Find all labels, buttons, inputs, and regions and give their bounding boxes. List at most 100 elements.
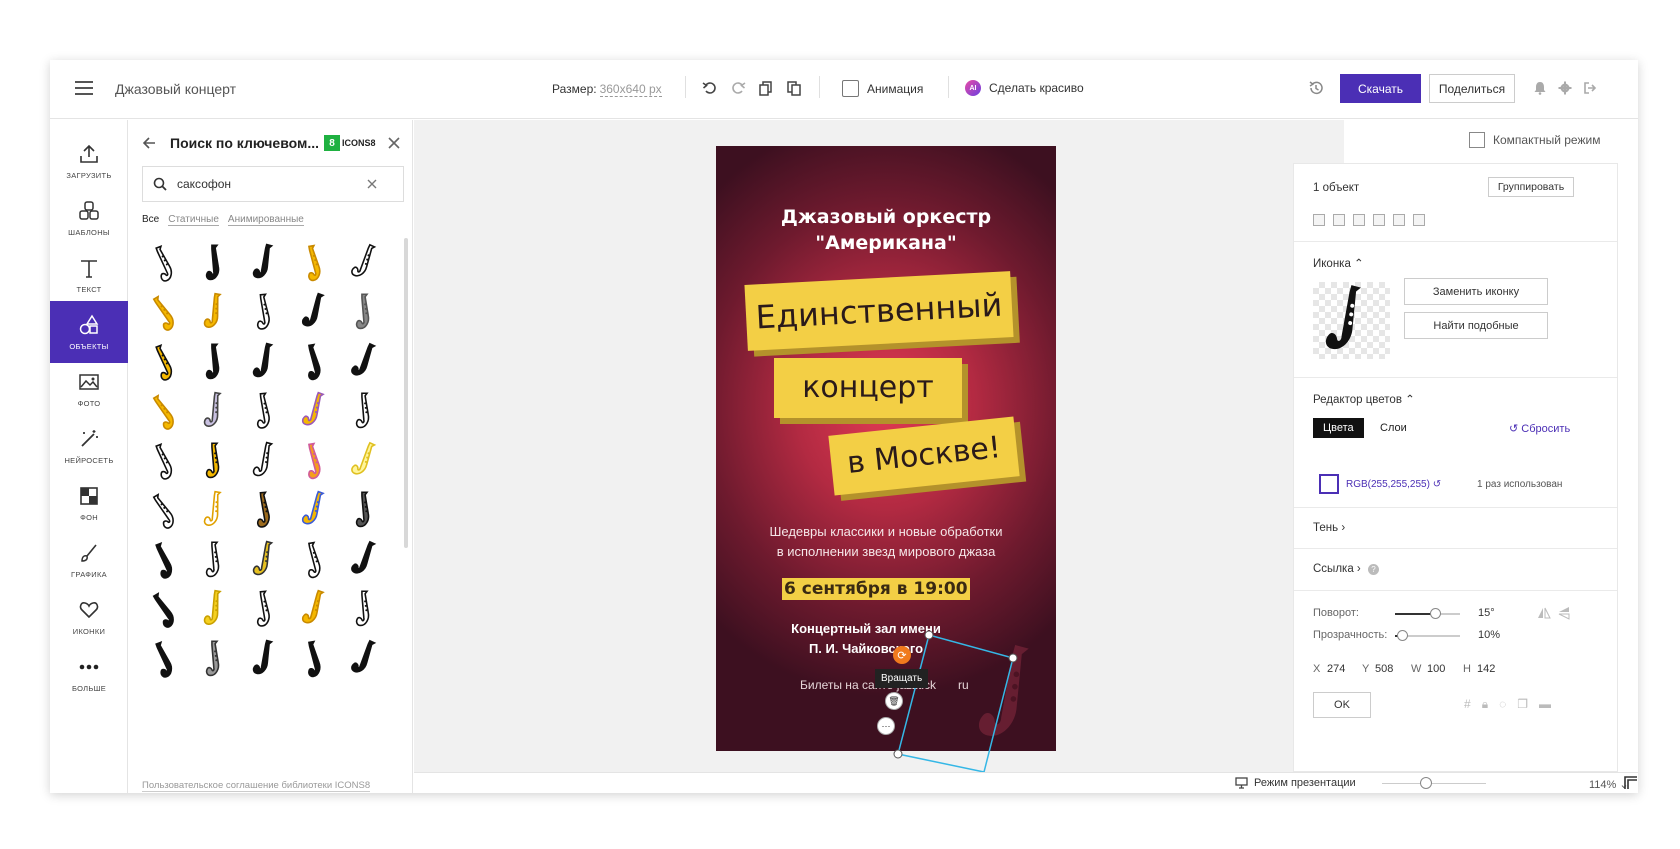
trash-icon[interactable]: 🗑 — [885, 692, 903, 710]
saxophone-icon[interactable] — [142, 238, 192, 288]
color-swatch[interactable] — [1319, 474, 1339, 494]
search-box[interactable] — [142, 166, 404, 202]
saxophone-icon[interactable] — [192, 535, 242, 585]
saxophone-icon[interactable] — [192, 387, 242, 437]
icons8-terms-link[interactable]: Пользовательское соглашение библиотеки I… — [142, 780, 371, 792]
rotation-slider-knob[interactable] — [1430, 608, 1442, 619]
arrow-left-icon[interactable] — [142, 136, 156, 150]
replace-icon-button[interactable]: Заменить иконку — [1404, 278, 1548, 305]
hash-icon[interactable]: # — [1464, 697, 1471, 712]
rotation-value[interactable]: 15° — [1478, 607, 1495, 619]
saxophone-icon[interactable] — [142, 436, 192, 486]
saxophone-icon[interactable] — [242, 436, 292, 486]
clear-icon[interactable] — [367, 179, 377, 189]
lock-icon[interactable]: 🔒︎ — [1482, 697, 1488, 712]
link-section[interactable]: Ссылка › ? — [1294, 549, 1617, 591]
share-button[interactable]: Поделиться — [1429, 74, 1515, 103]
saxophone-icon[interactable] — [142, 486, 192, 536]
saxophone-icon[interactable] — [242, 288, 292, 338]
more-options-icon[interactable]: ⋯ — [877, 717, 895, 735]
undo-icon[interactable] — [700, 78, 720, 98]
ok-button[interactable]: OK — [1313, 692, 1371, 718]
align-top-icon[interactable] — [1373, 214, 1385, 226]
bell-icon[interactable] — [1530, 78, 1550, 98]
align-right-icon[interactable] — [1353, 214, 1365, 226]
animation-toggle[interactable]: Анимация — [842, 80, 923, 97]
poster-title[interactable]: Джазовый оркестр "Американа" — [716, 204, 1056, 256]
redo-icon[interactable] — [728, 78, 748, 98]
trash-icon[interactable]: ▬ — [1539, 697, 1551, 712]
size-value[interactable]: 360x640 px — [599, 82, 662, 97]
saxophone-icon[interactable] — [242, 634, 292, 684]
zoom-slider-knob[interactable] — [1420, 777, 1432, 789]
saxophone-icon[interactable] — [292, 486, 342, 536]
sidebar-item-icons[interactable]: ИКОНКИ — [50, 586, 128, 648]
sidebar-item-background[interactable]: ФОН — [50, 472, 128, 534]
sidebar-item-photo[interactable]: ФОТО — [50, 358, 128, 420]
saxophone-icon[interactable] — [192, 634, 242, 684]
compact-mode-checkbox[interactable] — [1469, 132, 1485, 148]
saxophone-icon[interactable] — [292, 436, 342, 486]
sidebar-item-objects[interactable]: ОБЪЕКТЫ — [50, 301, 128, 363]
icon-section-title[interactable]: Иконка ⌃ — [1313, 256, 1364, 270]
filter-static[interactable]: Статичные — [168, 214, 219, 226]
opacity-value[interactable]: 10% — [1478, 629, 1500, 641]
saxophone-icon[interactable] — [192, 486, 242, 536]
history-icon[interactable] — [1306, 78, 1326, 98]
saxophone-icon[interactable] — [342, 288, 392, 338]
animation-checkbox[interactable] — [842, 80, 859, 97]
align-center-icon[interactable] — [1333, 214, 1345, 226]
align-left-icon[interactable] — [1313, 214, 1325, 226]
menu-icon[interactable] — [75, 81, 93, 95]
saxophone-icon[interactable] — [342, 634, 392, 684]
align-bottom-icon[interactable] — [1413, 214, 1425, 226]
saxophone-icon[interactable] — [292, 634, 342, 684]
saxophone-icon[interactable] — [342, 585, 392, 635]
tab-layers[interactable]: Слои — [1380, 422, 1407, 434]
close-icon[interactable] — [387, 137, 400, 149]
saxophone-icon[interactable] — [292, 535, 342, 585]
saxophone-icon[interactable] — [342, 337, 392, 387]
link-title[interactable]: Ссылка › ? — [1313, 563, 1379, 575]
zoom-slider[interactable] — [1382, 783, 1486, 784]
beautify-button[interactable]: AI Сделать красиво — [965, 80, 1084, 96]
saxophone-icon[interactable] — [242, 337, 292, 387]
saxophone-icon[interactable] — [342, 387, 392, 437]
saxophone-icon[interactable] — [192, 238, 242, 288]
saxophone-icon[interactable] — [142, 288, 192, 338]
find-similar-button[interactable]: Найти подобные — [1404, 312, 1548, 339]
saxophone-icon[interactable] — [342, 238, 392, 288]
saxophone-icon[interactable] — [292, 387, 342, 437]
filter-animated[interactable]: Анимированные — [227, 214, 304, 226]
headline-block-2[interactable]: концерт — [774, 358, 962, 418]
saxophone-icon[interactable] — [242, 535, 292, 585]
compact-mode-toggle[interactable]: Компактный режим — [1469, 132, 1600, 148]
w-value[interactable]: 100 — [1427, 663, 1445, 675]
fit-screen-icon[interactable] — [1624, 776, 1638, 790]
saxophone-icon[interactable] — [192, 337, 242, 387]
saxophone-icon[interactable] — [292, 585, 342, 635]
document-title[interactable]: Джазовый концерт — [115, 81, 236, 97]
saxophone-icon[interactable] — [142, 337, 192, 387]
gear-icon[interactable] — [1555, 78, 1575, 98]
poster[interactable]: Джазовый оркестр "Американа" Единственны… — [716, 146, 1056, 751]
flip-horizontal-icon[interactable] — [1537, 606, 1551, 620]
shadow-section[interactable]: Тень › — [1294, 508, 1617, 549]
saxophone-icon[interactable] — [342, 535, 392, 585]
x-value[interactable]: 274 — [1327, 663, 1345, 675]
saxophone-icon[interactable] — [292, 337, 342, 387]
copy-icon[interactable] — [756, 78, 776, 98]
saxophone-icon[interactable] — [242, 486, 292, 536]
saxophone-icon[interactable] — [192, 585, 242, 635]
tab-colors[interactable]: Цвета — [1313, 418, 1364, 438]
saxophone-icon[interactable] — [342, 436, 392, 486]
sidebar-item-templates[interactable]: ШАБЛОНЫ — [50, 187, 128, 249]
headline-block-1[interactable]: Единственный — [744, 271, 1014, 351]
saxophone-icon[interactable] — [342, 486, 392, 536]
presentation-mode-button[interactable]: Режим презентации — [1235, 777, 1356, 789]
reset-colors-button[interactable]: ↺ Сбросить — [1509, 422, 1570, 435]
color-value[interactable]: RGB(255,255,255) ↺ — [1346, 479, 1441, 490]
sidebar-item-text[interactable]: ТЕКСТ — [50, 244, 128, 306]
poster-hall[interactable]: Концертный зал имени П. И. Чайковского — [716, 619, 1016, 659]
zoom-dropdown[interactable]: 114% ⌄ — [1589, 778, 1629, 791]
